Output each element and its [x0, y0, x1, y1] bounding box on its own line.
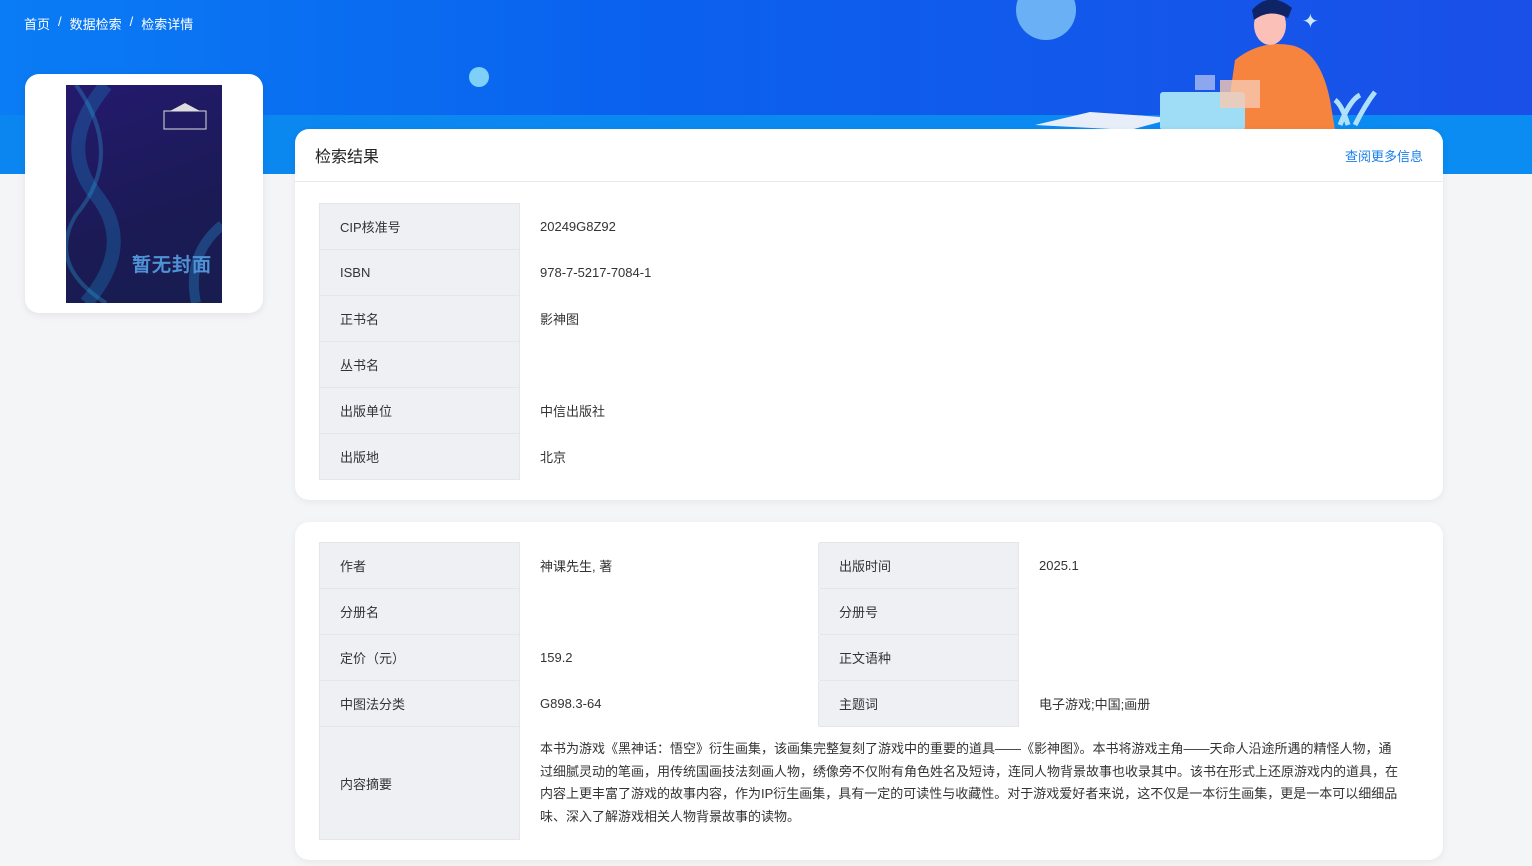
field-label: CIP核准号 — [319, 203, 520, 250]
breadcrumb-search[interactable]: 数据检索 — [70, 14, 122, 33]
field-value: 中信出版社 — [540, 404, 606, 419]
decor-circle — [469, 67, 489, 87]
table-row: 分册名 分册号 — [319, 588, 1420, 635]
table-row: CIP核准号 20249G8Z92 — [319, 203, 1420, 250]
card-header: 检索结果 查阅更多信息 — [295, 129, 1443, 182]
field-value: 影神图 — [540, 312, 580, 327]
field-label: 出版地 — [319, 433, 520, 480]
table-row: ISBN 978-7-5217-7084-1 — [319, 249, 1420, 296]
field-label: 出版时间 — [818, 542, 1019, 589]
table-row: 作者 神课先生, 著 出版时间 2025.1 — [319, 542, 1420, 589]
field-value: G898.3-64 — [540, 696, 602, 711]
field-label: 丛书名 — [319, 341, 520, 388]
field-value — [520, 589, 819, 635]
field-label: 分册名 — [319, 588, 520, 635]
field-value: 电子游戏;中国;画册 — [1039, 697, 1151, 712]
table-row: 正书名 影神图 — [319, 295, 1420, 342]
field-label: 正书名 — [319, 295, 520, 342]
field-label: ISBN — [319, 249, 520, 296]
breadcrumb-separator: / — [129, 14, 134, 29]
field-value: 2025.1 — [1039, 558, 1079, 573]
table-row: 丛书名 — [319, 341, 1420, 388]
field-value — [520, 342, 1420, 388]
breadcrumb: 首页 / 数据检索 / 检索详情 — [24, 14, 193, 33]
table-row: 内容摘要 本书为游戏《黑神话：悟空》衍生画集，该画集完整复刻了游戏中的重要的道具—… — [319, 726, 1420, 840]
field-value — [1019, 589, 1420, 635]
field-value — [1019, 635, 1420, 681]
field-label: 作者 — [319, 542, 520, 589]
svg-text:✦: ✦ — [1302, 11, 1319, 33]
book-cover-image: 暂无封面 — [66, 85, 222, 303]
breadcrumb-separator: / — [58, 14, 62, 29]
detail-info-card: 作者 神课先生, 著 出版时间 2025.1 分册名 分册号 定价（元） 159.2 正文语… — [295, 522, 1443, 860]
field-value: 978-7-5217-7084-1 — [540, 265, 652, 280]
detail-info-table: 作者 神课先生, 著 出版时间 2025.1 分册名 分册号 定价（元） 159.2 正文语… — [319, 542, 1419, 840]
table-row: 出版地 北京 — [319, 433, 1420, 480]
field-value: 北京 — [540, 450, 567, 465]
breadcrumb-current: 检索详情 — [141, 17, 194, 32]
field-value: 159.2 — [540, 650, 573, 665]
table-row: 定价（元） 159.2 正文语种 — [319, 634, 1420, 681]
field-label: 定价（元） — [319, 634, 520, 681]
field-value: 神课先生, 著 — [540, 559, 613, 574]
field-label: 正文语种 — [818, 634, 1019, 681]
field-label: 分册号 — [818, 588, 1019, 635]
person-illustration: ✦ — [1035, 0, 1377, 130]
basic-info-table: CIP核准号 20249G8Z92 ISBN 978-7-5217-7084-1 正… — [319, 203, 1419, 480]
no-cover-text: 暂无封面 — [131, 255, 212, 276]
field-label: 主题词 — [818, 680, 1019, 727]
table-row: 出版单位 中信出版社 — [319, 387, 1420, 434]
search-result-card: 检索结果 查阅更多信息 CIP核准号 20249G8Z92 ISBN 978-7-5… — [295, 129, 1443, 500]
table-row: 中图法分类 G898.3-64 主题词 电子游戏;中国;画册 — [319, 680, 1420, 727]
field-value: 20249G8Z92 — [540, 219, 616, 234]
field-label: 中图法分类 — [319, 680, 520, 727]
cover-card: 暂无封面 — [25, 74, 263, 313]
summary-text: 本书为游戏《黑神话：悟空》衍生画集，该画集完整复刻了游戏中的重要的道具——《影神… — [540, 741, 1399, 824]
view-more-link[interactable]: 查阅更多信息 — [1345, 146, 1423, 165]
field-label: 出版单位 — [319, 387, 520, 434]
breadcrumb-home[interactable]: 首页 — [24, 14, 50, 33]
card-title: 检索结果 — [315, 149, 380, 166]
summary-label: 内容摘要 — [319, 726, 520, 840]
